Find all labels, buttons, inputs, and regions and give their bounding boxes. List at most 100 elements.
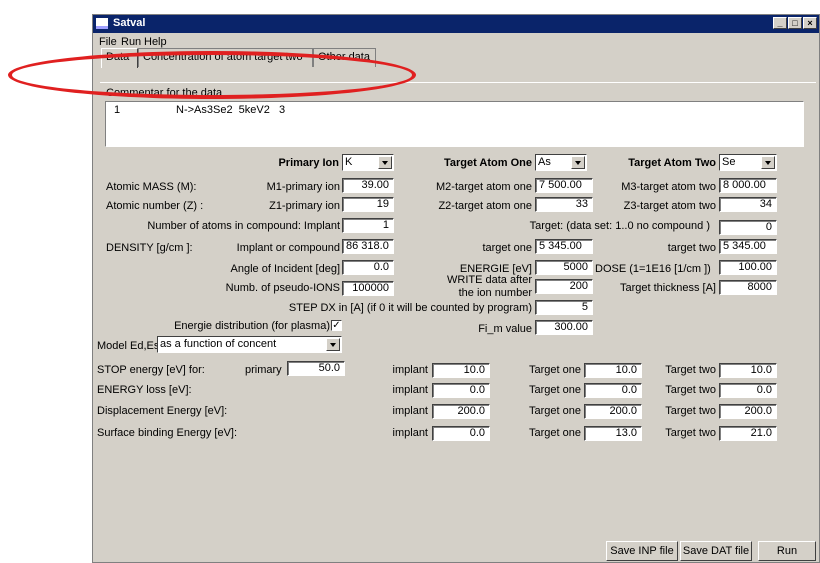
surface-implant-label: implant (392, 427, 428, 439)
density-target-one-label: target one (482, 242, 532, 254)
z3-field[interactable]: 34 (719, 197, 777, 212)
loss-target-one-field[interactable]: 0.0 (584, 383, 642, 398)
title-bar[interactable]: Satval _ □ × (93, 15, 819, 33)
target-one-value: As (538, 156, 551, 168)
displacement-implant-field[interactable]: 200.0 (432, 404, 490, 419)
loss-target-two-field[interactable]: 0.0 (719, 383, 777, 398)
m2-label: M2-target atom one (436, 181, 532, 193)
target-compound-label: Target: (data set: 1..0 no compound ) (529, 220, 710, 232)
m1-label: M1-primary ion (266, 181, 340, 193)
loss-target-two-label: Target two (665, 384, 716, 396)
z2-field[interactable]: 33 (535, 197, 593, 212)
stop-target-two-label: Target two (665, 364, 716, 376)
run-button[interactable]: Run (758, 541, 816, 561)
displacement-target-one-field[interactable]: 200.0 (584, 404, 642, 419)
num-atoms-target-field[interactable]: 0 (719, 220, 777, 235)
stop-target-one-label: Target one (529, 364, 581, 376)
loss-target-one-label: Target one (529, 384, 581, 396)
target-one-header: Target Atom One (443, 157, 532, 169)
save-dat-button[interactable]: Save DAT file (680, 541, 752, 561)
density-target-two-label: target two (667, 242, 716, 254)
density-target-two-field[interactable]: 5 345.00 (719, 239, 777, 254)
displacement-target-two-label: Target two (665, 405, 716, 417)
chevron-down-icon[interactable] (326, 338, 340, 351)
num-atoms-label: Number of atoms in compound: Implant (147, 220, 340, 232)
loss-implant-label: implant (392, 384, 428, 396)
fi-m-field[interactable]: 300.00 (535, 320, 593, 335)
write-data-field[interactable]: 200 (535, 279, 593, 294)
commentary-text: N->As3Se2 5keV2 3 (176, 104, 286, 116)
energy-loss-label: ENERGY loss [eV]: (97, 384, 192, 396)
primary-ion-select[interactable]: K (342, 154, 394, 171)
save-inp-button[interactable]: Save INP file (606, 541, 678, 561)
stop-target-one-field[interactable]: 10.0 (584, 363, 642, 378)
stop-energy-label: STOP energy [eV] for: (97, 364, 205, 376)
m1-field[interactable]: 39.00 (342, 178, 394, 193)
angle-label: Angle of Incident [deg] (230, 263, 340, 275)
z1-label: Z1-primary ion (269, 200, 340, 212)
thickness-field[interactable]: 8000 (719, 280, 777, 295)
write-data-label-1: WRITE data after (447, 274, 532, 286)
surface-target-two-label: Target two (665, 427, 716, 439)
commentary-textarea[interactable]: 1 N->As3Se2 5keV2 3 (105, 101, 804, 147)
dose-field[interactable]: 100.00 (719, 260, 777, 275)
pseudo-ions-field[interactable]: 100000 (342, 281, 394, 296)
stop-implant-field[interactable]: 10.0 (432, 363, 490, 378)
model-value: as a function of concent (160, 338, 277, 350)
app-window-icon (96, 18, 108, 29)
minimize-icon[interactable]: _ (773, 17, 787, 29)
target-two-select[interactable]: Se (719, 154, 777, 171)
model-select[interactable]: as a function of concent (157, 336, 342, 353)
surface-target-one-field[interactable]: 13.0 (584, 426, 642, 441)
commentary-label: Commentar for the data (106, 87, 223, 99)
write-data-label-2: the ion number (458, 287, 532, 299)
energie-distribution-checkbox[interactable]: ✓ (331, 320, 342, 331)
menu-help[interactable]: Help (144, 36, 167, 48)
num-atoms-implant-field[interactable]: 1 (342, 218, 394, 233)
menu-file[interactable]: File (99, 36, 117, 48)
window-title: Satval (113, 17, 146, 29)
displacement-energy-label: Displacement Energy [eV]: (97, 405, 228, 417)
tab-other-data[interactable]: Other data (313, 48, 376, 67)
chevron-down-icon[interactable] (761, 156, 775, 169)
chevron-down-icon[interactable] (378, 156, 392, 169)
commentary-line-number: 1 (114, 104, 121, 116)
m3-field[interactable]: 8 000.00 (719, 178, 777, 193)
loss-implant-field[interactable]: 0.0 (432, 383, 490, 398)
step-dx-field[interactable]: 5 (535, 300, 593, 315)
thickness-label: Target thickness [A] (620, 282, 716, 294)
fi-m-label: Fi_m value (478, 323, 532, 335)
step-dx-label: STEP DX in [A] (if 0 it will be counted … (288, 302, 532, 314)
close-icon[interactable]: × (803, 17, 817, 29)
displacement-target-one-label: Target one (529, 405, 581, 417)
tab-concentration[interactable]: Concentration of atom target two (138, 48, 313, 67)
density-implant-label: Implant or compound (236, 242, 340, 254)
stop-implant-label: implant (392, 364, 428, 376)
stop-primary-label: primary (245, 364, 282, 376)
dose-label: DOSE (1=1E16 [1/cm ]) (595, 263, 711, 275)
chevron-down-icon[interactable] (571, 156, 585, 169)
target-two-header: Target Atom Two (628, 157, 716, 169)
angle-field[interactable]: 0.0 (342, 260, 394, 275)
maximize-icon[interactable]: □ (788, 17, 802, 29)
z3-label: Z3-target atom two (623, 200, 716, 212)
surface-target-two-field[interactable]: 21.0 (719, 426, 777, 441)
primary-ion-value: K (345, 156, 353, 168)
energie-field[interactable]: 5000 (535, 260, 593, 275)
density-target-one-field[interactable]: 5 345.00 (535, 239, 593, 254)
surface-binding-label: Surface binding Energy [eV]: (97, 427, 238, 439)
target-one-select[interactable]: As (535, 154, 587, 171)
menu-run[interactable]: Run (121, 36, 141, 48)
z2-label: Z2-target atom one (438, 200, 532, 212)
displacement-target-two-field[interactable]: 200.0 (719, 404, 777, 419)
z1-field[interactable]: 19 (342, 197, 394, 212)
tab-data[interactable]: Data (101, 48, 138, 68)
displacement-implant-label: implant (392, 405, 428, 417)
surface-implant-field[interactable]: 0.0 (432, 426, 490, 441)
density-implant-field[interactable]: 86 318.0 (342, 239, 394, 254)
m2-field[interactable]: 7 500.00 (535, 178, 593, 193)
stop-target-two-field[interactable]: 10.0 (719, 363, 777, 378)
density-label: DENSITY [g/cm ]: (106, 242, 193, 254)
stop-primary-field[interactable]: 50.0 (287, 361, 345, 376)
energie-distribution-label: Energie distribution (for plasma) (174, 320, 330, 332)
